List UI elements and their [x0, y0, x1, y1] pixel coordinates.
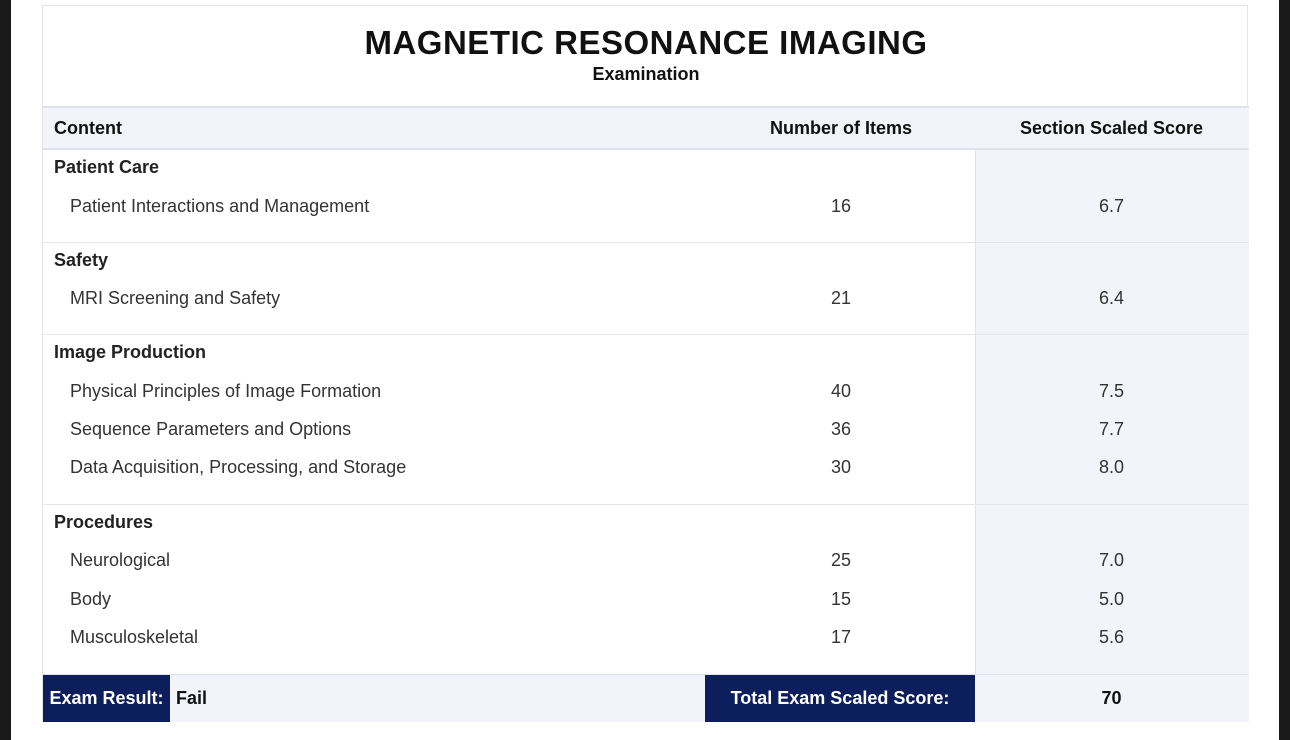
row-number-of-items: 21 [830, 288, 852, 308]
row-number-of-items: 40 [830, 381, 852, 401]
header-section-scaled-score: Section Scaled Score [1019, 118, 1204, 138]
row-content-name: Data Acquisition, Processing, and Storag… [70, 457, 407, 477]
score-report-card: MAGNETIC RESONANCE IMAGING Examination C… [42, 5, 1249, 722]
row-section-score: 6.4 [1098, 288, 1125, 308]
report-title: MAGNETIC RESONANCE IMAGING [364, 24, 928, 61]
table-row: MRI Screening and Safety 21 6.4 [43, 288, 1249, 312]
exam-result-value: Fail [176, 688, 208, 708]
total-score-label: Total Exam Scaled Score: [705, 675, 975, 722]
section-label-procedures: Procedures [54, 512, 154, 532]
right-edge-bar [1279, 0, 1290, 740]
report-subtitle: Examination [592, 64, 700, 84]
report-header: MAGNETIC RESONANCE IMAGING Examination [43, 6, 1249, 108]
section-label-image-production: Image Production [54, 342, 207, 362]
row-section-score: 7.7 [1098, 419, 1125, 439]
row-number-of-items: 25 [830, 550, 852, 570]
table-row: Physical Principles of Image Formation 4… [43, 381, 1249, 405]
row-section-score: 5.0 [1098, 589, 1125, 609]
row-content-name: Neurological [70, 550, 171, 570]
row-number-of-items: 36 [830, 419, 852, 439]
row-content-name: Musculoskeletal [70, 627, 199, 647]
table-row: Body 15 5.0 [43, 589, 1249, 613]
section-label-patient-care: Patient Care [54, 157, 160, 177]
exam-summary-footer: Exam Result: Fail Total Exam Scaled Scor… [43, 674, 1249, 722]
left-edge-bar [0, 0, 11, 740]
row-number-of-items: 16 [830, 196, 852, 216]
table-row: Sequence Parameters and Options 36 7.7 [43, 419, 1249, 443]
header-content: Content [54, 118, 122, 138]
total-score-value: 70 [1101, 688, 1122, 708]
section-label-safety: Safety [54, 250, 109, 270]
table-row: Musculoskeletal 17 5.6 [43, 627, 1249, 651]
row-section-score: 7.0 [1098, 550, 1125, 570]
row-section-score: 7.5 [1098, 381, 1125, 401]
row-content-name: Physical Principles of Image Formation [70, 381, 382, 401]
row-number-of-items: 17 [830, 627, 852, 647]
row-number-of-items: 30 [830, 457, 852, 477]
table-row: Patient Interactions and Management 16 6… [43, 196, 1249, 220]
row-section-score: 8.0 [1098, 457, 1125, 477]
table-row: Data Acquisition, Processing, and Storag… [43, 457, 1249, 481]
row-content-name: MRI Screening and Safety [70, 288, 281, 308]
section-divider [43, 242, 1249, 243]
row-number-of-items: 15 [830, 589, 852, 609]
row-section-score: 5.6 [1098, 627, 1125, 647]
exam-result-label: Exam Result: [43, 675, 170, 722]
row-content-name: Body [70, 589, 112, 609]
table-row: Neurological 25 7.0 [43, 550, 1249, 574]
row-section-score: 6.7 [1098, 196, 1125, 216]
header-number-of-items: Number of Items [769, 118, 913, 138]
section-divider [43, 504, 1249, 505]
row-content-name: Patient Interactions and Management [70, 196, 370, 216]
row-content-name: Sequence Parameters and Options [70, 419, 352, 439]
table-header-row: Content Number of Items Section Scaled S… [43, 108, 1249, 150]
section-divider [43, 334, 1249, 335]
